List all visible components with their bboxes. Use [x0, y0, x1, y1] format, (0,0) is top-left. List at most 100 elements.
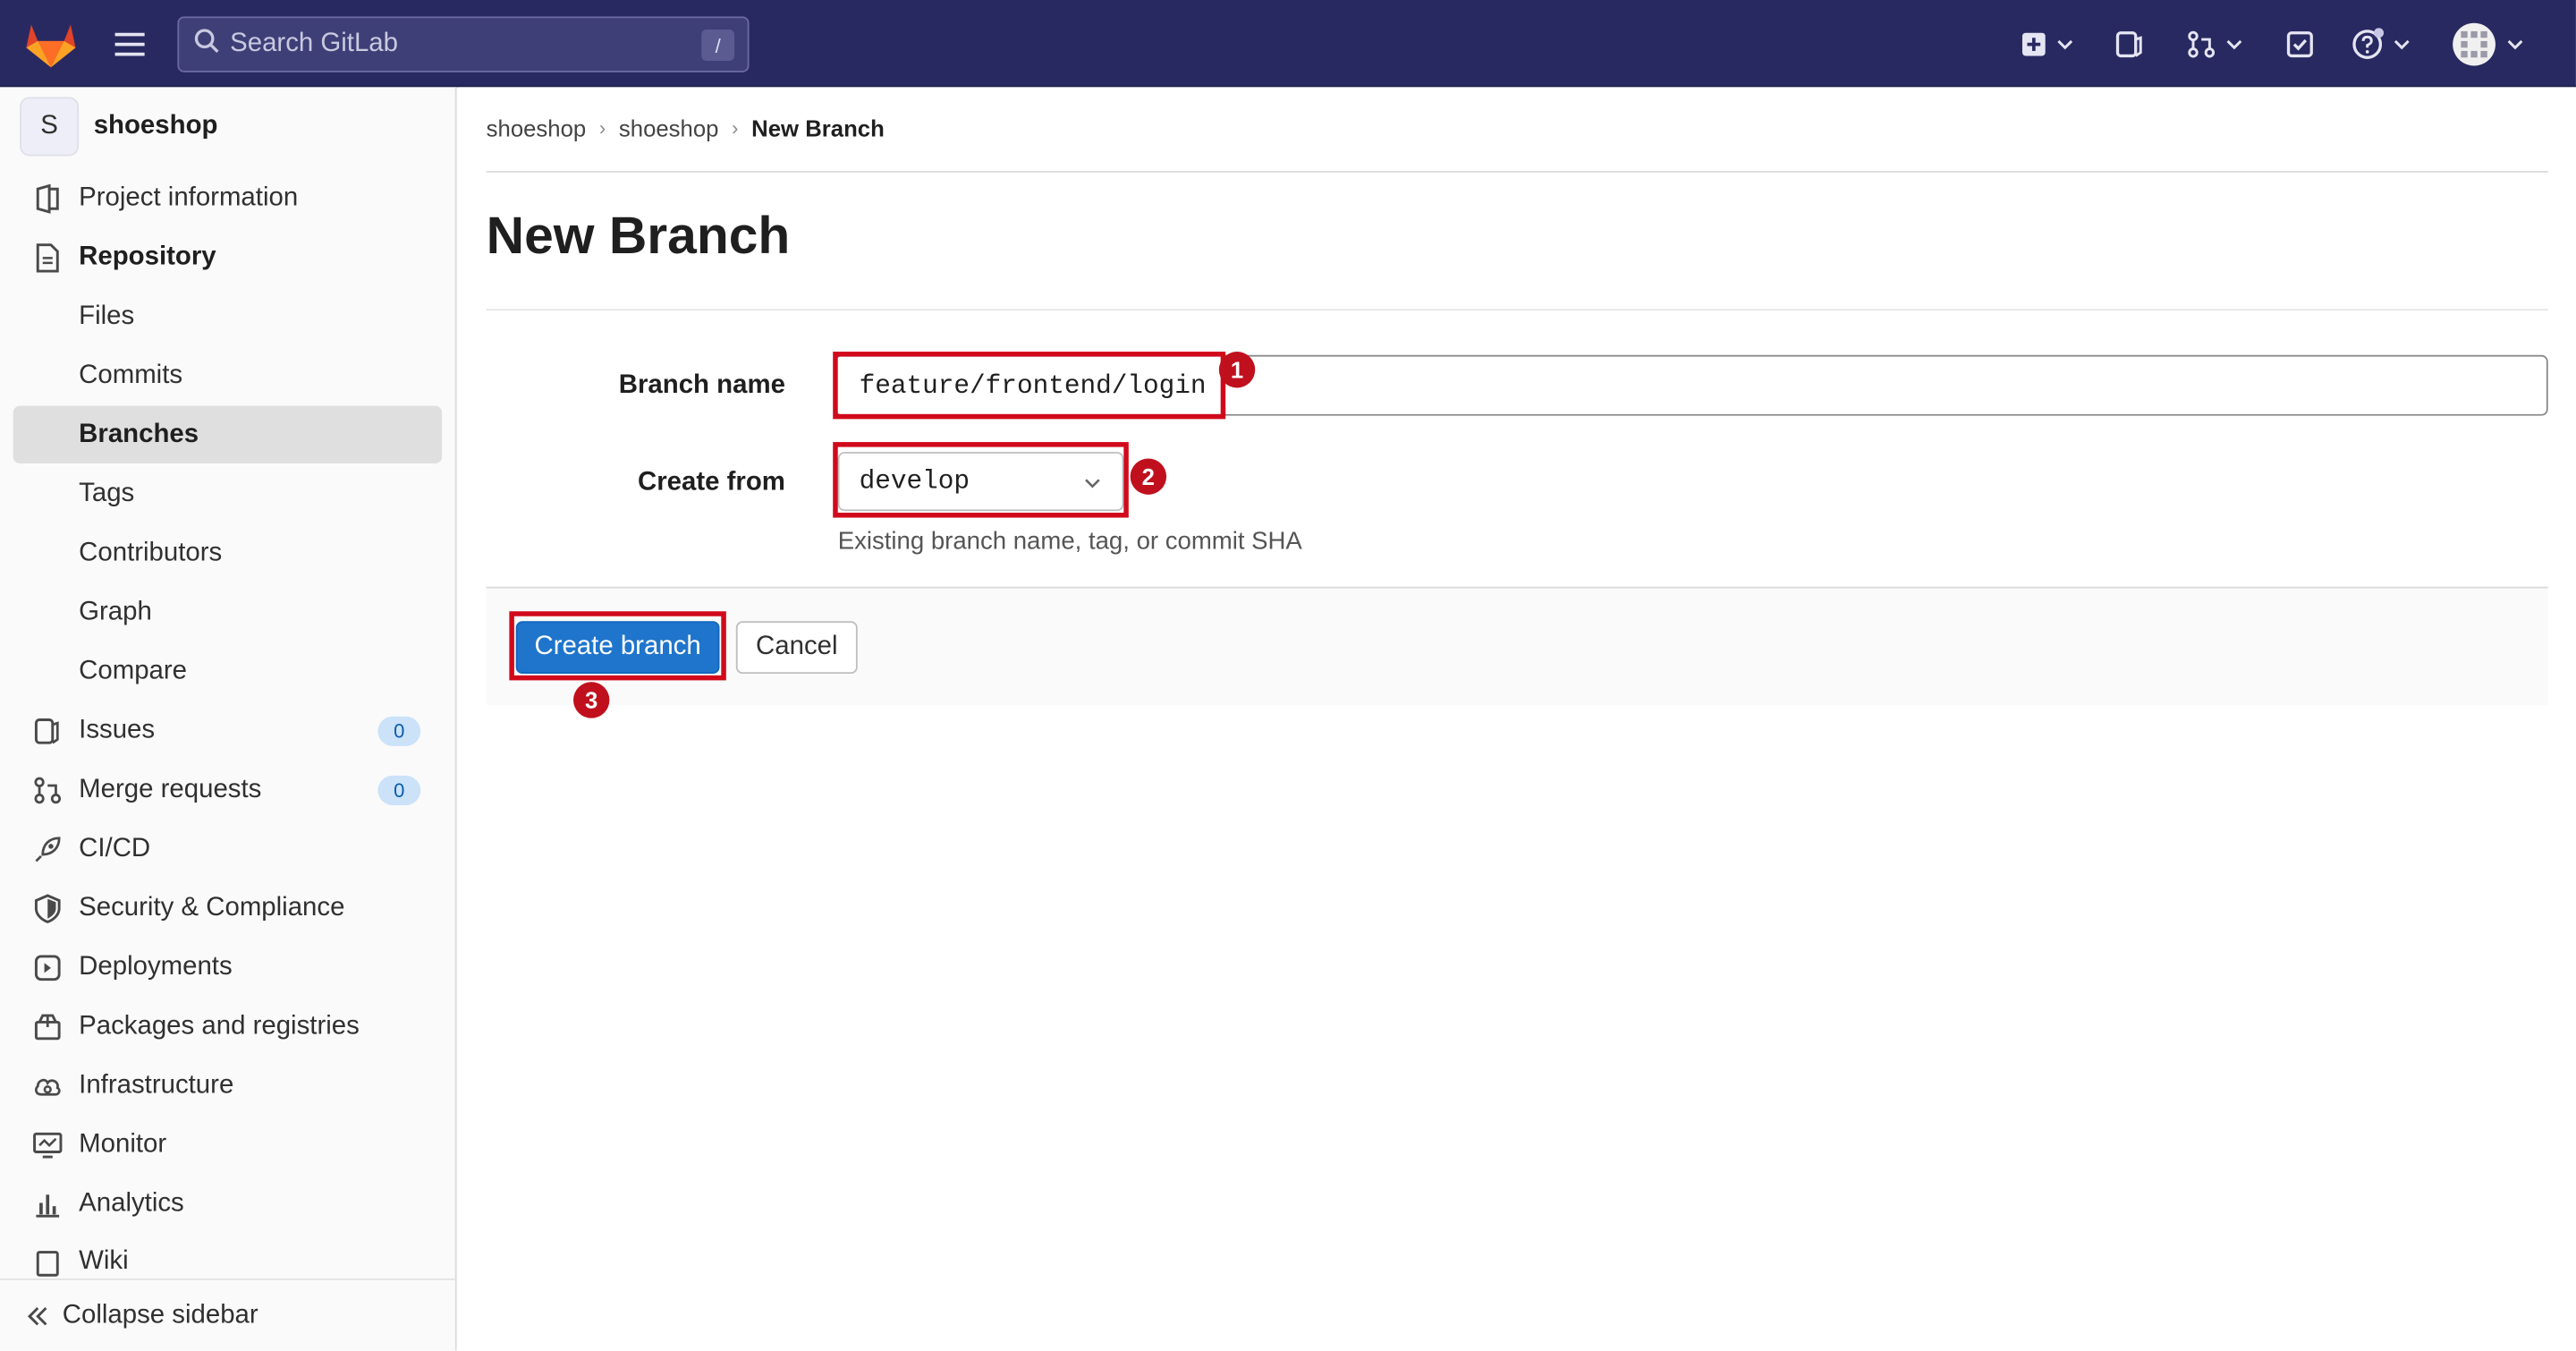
annotation-number-3: 3	[573, 682, 610, 718]
project-avatar: S	[20, 97, 80, 157]
sidebar-item-label: Compare	[79, 656, 188, 684]
gitlab-logo-icon[interactable]	[25, 20, 78, 69]
sidebar-item-label: Repository	[79, 242, 216, 271]
form-actions: Create branch Cancel	[486, 586, 2548, 705]
issues-nav-button[interactable]	[2109, 23, 2148, 66]
divider	[486, 309, 2548, 311]
sidebar-item-label: Analytics	[79, 1188, 184, 1218]
collapse-sidebar-button[interactable]: Collapse sidebar	[0, 1278, 455, 1351]
sidebar-item-repository[interactable]: Repository	[13, 228, 442, 285]
create-from-help-text: Existing branch name, tag, or commit SHA	[837, 527, 1302, 556]
rocket-icon	[35, 837, 61, 862]
document-icon	[36, 243, 59, 273]
collapse-sidebar-label: Collapse sidebar	[62, 1300, 258, 1329]
gitlab-app: Search GitLab / S shoeshop Project infor…	[0, 0, 2576, 1351]
sidebar-item-infrastructure[interactable]: Infrastructure	[13, 1057, 442, 1114]
breadcrumb-current[interactable]: New Branch	[751, 115, 885, 141]
sidebar-item-tags[interactable]: Tags	[13, 465, 442, 523]
chevron-right-icon: ›	[732, 116, 739, 140]
sidebar-item-packages-registries[interactable]: Packages and registries	[13, 998, 442, 1055]
sidebar-item-issues[interactable]: Issues 0	[13, 701, 442, 759]
cancel-button[interactable]: Cancel	[735, 621, 858, 675]
chevron-right-icon: ›	[598, 116, 606, 140]
help-dropdown-button[interactable]	[2346, 23, 2415, 66]
annotation-number-1: 1	[1218, 352, 1256, 388]
branch-name-label: Branch name	[618, 371, 785, 400]
sidebar-item-label: Branches	[79, 420, 199, 448]
sidebar-item-contributors[interactable]: Contributors	[13, 524, 442, 582]
todo-check-icon	[2286, 31, 2313, 58]
sidebar-item-wiki[interactable]: Wiki	[13, 1234, 442, 1279]
create-from-dropdown[interactable]: develop	[837, 452, 1124, 512]
page-title: New Branch	[486, 205, 791, 265]
issues-icon	[34, 718, 59, 744]
sidebar-item-compare[interactable]: Compare	[13, 642, 442, 700]
sidebar-item-label: Merge requests	[79, 775, 262, 803]
project-header[interactable]: S shoeshop	[20, 97, 218, 157]
breadcrumb-item[interactable]: shoeshop	[487, 115, 587, 141]
project-name: shoeshop	[93, 111, 218, 140]
create-from-value: develop	[859, 466, 970, 497]
shield-icon	[34, 894, 61, 923]
help-icon	[2352, 28, 2385, 59]
sidebar-item-analytics[interactable]: Analytics	[13, 1175, 442, 1232]
create-branch-button[interactable]: Create branch	[515, 621, 720, 675]
sidebar-item-label: Files	[79, 302, 135, 330]
search-icon	[194, 27, 220, 62]
sidebar-item-deployments[interactable]: Deployments	[13, 939, 442, 996]
sidebar-item-ci-cd[interactable]: CI/CD	[13, 820, 442, 878]
sidebar-item-label: Wiki	[79, 1247, 129, 1276]
project-info-icon	[36, 183, 59, 214]
hamburger-menu-icon[interactable]	[108, 25, 151, 64]
sidebar-item-security-compliance[interactable]: Security & Compliance	[13, 879, 442, 937]
double-chevron-left-icon	[27, 1306, 47, 1325]
merge-request-icon	[2188, 30, 2216, 58]
sidebar-item-merge-requests[interactable]: Merge requests 0	[13, 760, 442, 818]
avatar	[2453, 22, 2496, 66]
project-sidebar: S shoeshop Project information Repositor…	[0, 87, 457, 1351]
divider	[486, 171, 2548, 173]
chevron-down-icon	[2507, 39, 2523, 50]
sidebar-item-label: Graph	[79, 597, 152, 625]
sidebar-item-files[interactable]: Files	[13, 287, 442, 344]
top-navbar: Search GitLab /	[0, 0, 2576, 88]
search-input[interactable]: Search GitLab /	[177, 16, 750, 72]
breadcrumb: shoeshop › shoeshop › New Branch	[487, 115, 885, 141]
sidebar-item-graph[interactable]: Graph	[13, 583, 442, 641]
chevron-down-icon	[1085, 479, 1100, 489]
chevron-down-icon	[2394, 39, 2410, 50]
branch-name-input[interactable]: feature/frontend/login	[835, 354, 2548, 416]
breadcrumb-item[interactable]: shoeshop	[619, 115, 719, 141]
new-dropdown-button[interactable]	[2011, 23, 2083, 66]
chevron-down-icon	[2057, 39, 2073, 50]
chevron-down-icon	[2226, 39, 2242, 50]
todos-nav-button[interactable]	[2280, 23, 2319, 66]
sidebar-item-label: Deployments	[79, 952, 233, 981]
sidebar-item-label: Project information	[79, 183, 299, 212]
create-from-label: Create from	[637, 468, 785, 497]
sidebar-item-label: Issues	[79, 715, 156, 744]
sidebar-item-label: Security & Compliance	[79, 893, 345, 922]
user-menu-button[interactable]	[2448, 20, 2527, 69]
annotation-number-2: 2	[1130, 458, 1167, 495]
chart-icon	[36, 1194, 60, 1218]
monitor-icon	[33, 1132, 63, 1159]
sidebar-item-commits[interactable]: Commits	[13, 347, 442, 404]
search-placeholder: Search GitLab	[230, 30, 398, 58]
plus-square-icon	[2021, 32, 2046, 56]
book-icon	[36, 1251, 59, 1277]
sidebar-item-monitor[interactable]: Monitor	[13, 1116, 442, 1173]
issues-count-badge: 0	[377, 716, 421, 746]
package-icon	[34, 1014, 61, 1041]
merge-requests-count-badge: 0	[377, 775, 421, 805]
sidebar-item-label: Packages and registries	[79, 1011, 360, 1040]
main-content: shoeshop › shoeshop › New Branch New Bra…	[458, 87, 2576, 1351]
deployments-icon	[34, 955, 61, 981]
sidebar-item-label: Contributors	[79, 538, 223, 566]
sidebar-item-project-information[interactable]: Project information	[13, 169, 442, 226]
search-shortcut-hint: /	[701, 30, 735, 61]
issues-icon	[2115, 31, 2142, 58]
sidebar-item-label: Monitor	[79, 1129, 167, 1158]
sidebar-item-branches[interactable]: Branches	[13, 405, 443, 463]
merge-requests-nav-button[interactable]	[2182, 23, 2247, 66]
